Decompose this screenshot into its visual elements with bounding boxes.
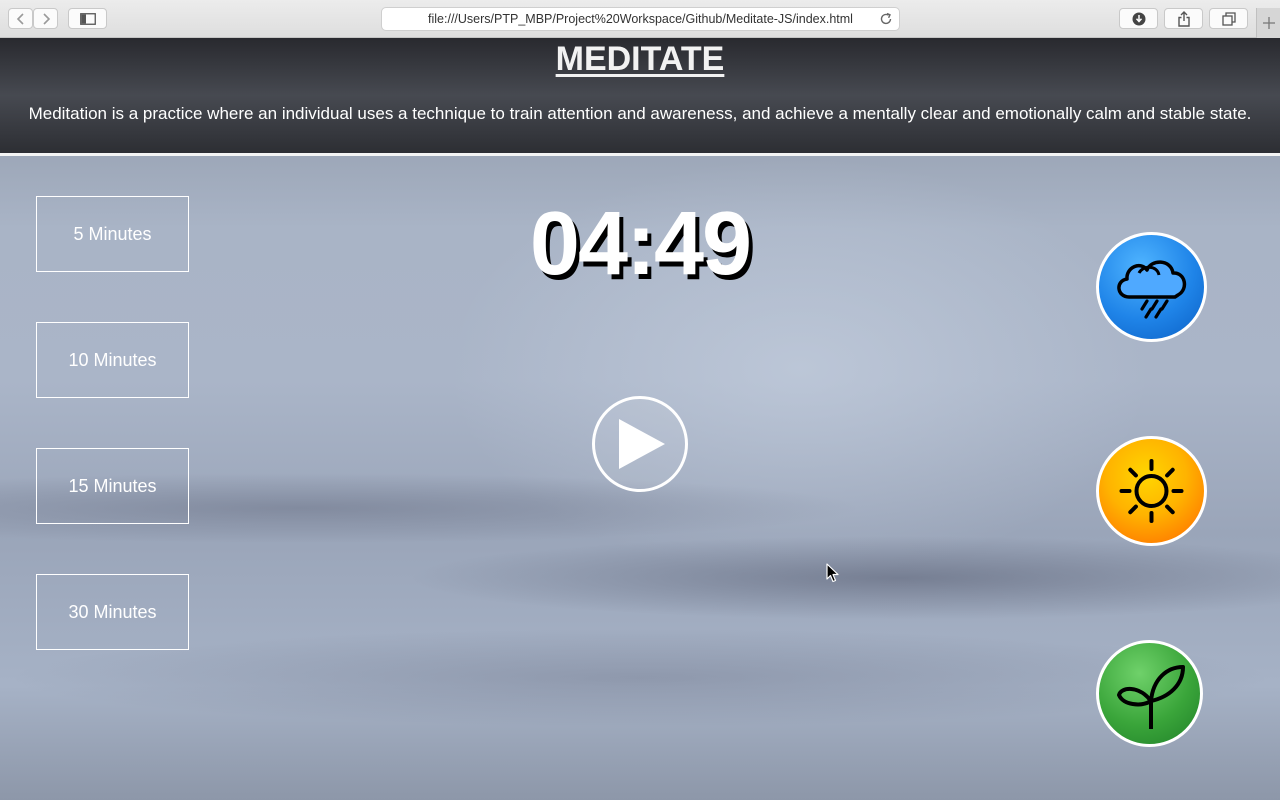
nature-sound-button[interactable]: [1096, 640, 1203, 747]
rain-cloud-icon: [1117, 260, 1187, 319]
page-title: MEDITATE: [555, 40, 725, 78]
share-icon: [1177, 10, 1190, 27]
downloads-button[interactable]: [1119, 8, 1158, 29]
back-button[interactable]: [8, 8, 33, 29]
play-button[interactable]: [592, 396, 688, 492]
sidebar-icon: [79, 12, 96, 25]
chevron-left-icon: [16, 12, 24, 25]
timer-display: 04:49: [529, 194, 752, 294]
play-icon: [619, 419, 665, 469]
tabs-overview-button[interactable]: [1209, 8, 1248, 29]
duration-10-button[interactable]: 10 Minutes: [36, 322, 189, 398]
page-header: MEDITATE Meditation is a practice where …: [0, 38, 1280, 156]
new-tab-button[interactable]: [1256, 8, 1280, 38]
sprout-icon: [1117, 665, 1185, 729]
address-bar[interactable]: file:///Users/PTP_MBP/Project%20Workspac…: [381, 7, 900, 31]
sun-icon: [1119, 459, 1184, 523]
meditate-page: MEDITATE Meditation is a practice where …: [0, 38, 1280, 800]
duration-30-button[interactable]: 30 Minutes: [36, 574, 189, 650]
tabs-icon: [1221, 11, 1236, 26]
browser-toolbar: file:///Users/PTP_MBP/Project%20Workspac…: [0, 0, 1280, 38]
duration-15-button[interactable]: 15 Minutes: [36, 448, 189, 524]
mouse-cursor-icon: [826, 563, 839, 583]
share-button[interactable]: [1164, 8, 1203, 29]
forward-button[interactable]: [33, 8, 58, 29]
sidebar-button[interactable]: [68, 8, 107, 29]
page-description: Meditation is a practice where an indivi…: [28, 104, 1252, 123]
reload-icon[interactable]: [879, 12, 893, 26]
chevron-right-icon: [42, 12, 50, 25]
sun-sound-button[interactable]: [1096, 436, 1207, 546]
rain-sound-button[interactable]: [1096, 232, 1207, 342]
duration-5-button[interactable]: 5 Minutes: [36, 196, 189, 272]
download-icon: [1132, 12, 1145, 25]
plus-icon: [1262, 17, 1275, 29]
url-text: file:///Users/PTP_MBP/Project%20Workspac…: [428, 12, 853, 26]
